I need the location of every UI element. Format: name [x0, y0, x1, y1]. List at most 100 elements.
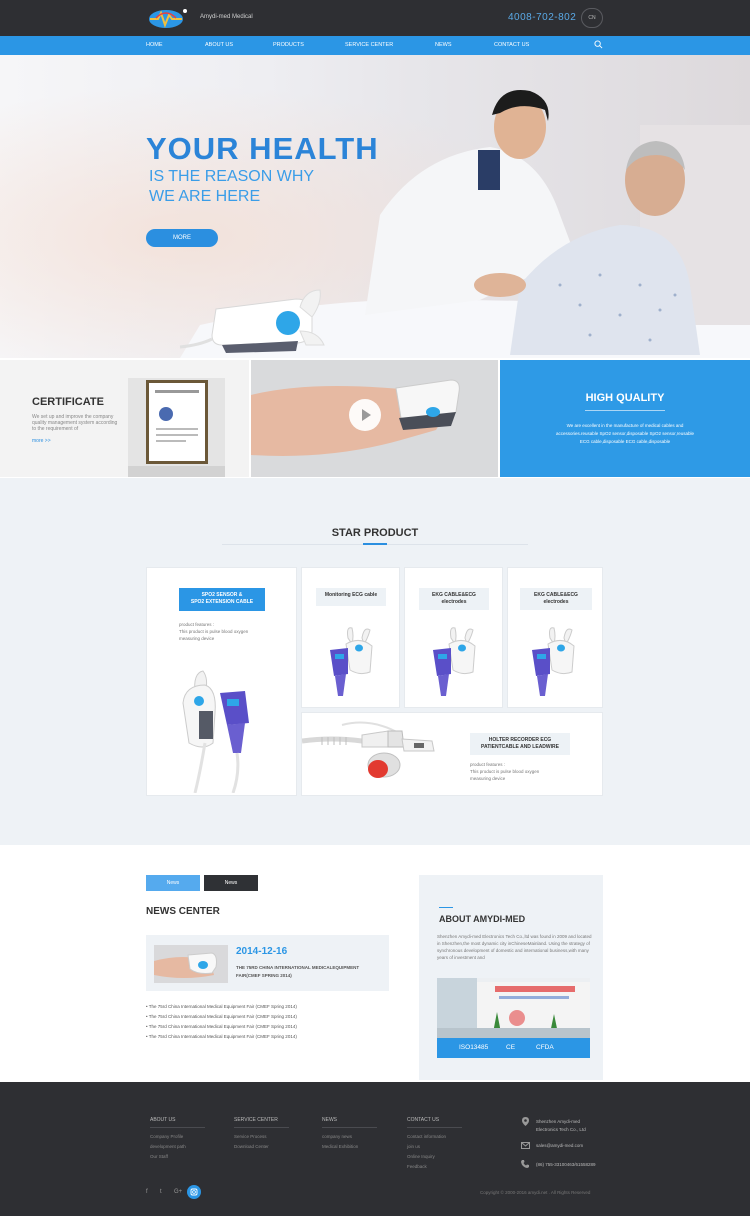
footer-company-line: Shenzhen Amydi-med: [536, 1119, 581, 1124]
news-list: • The 75rd China International Medical E…: [146, 1002, 297, 1042]
about-text: Shenzhen Amydi-med Electronics Tech Co.,…: [437, 934, 592, 960]
featured-news-card[interactable]: [146, 935, 389, 991]
phone-number: 4008-702-802: [508, 12, 577, 23]
footer-link[interactable]: Company Profile: [150, 1132, 205, 1142]
list-item[interactable]: • The 75rd China International Medical E…: [146, 1002, 297, 1012]
list-item[interactable]: • The 75rd China International Medical E…: [146, 1032, 297, 1042]
product-tag-spo2: SPO2 SENSOR & SPO2 EXTENSION CABLE: [179, 588, 265, 611]
footer-link[interactable]: Download Center: [234, 1142, 289, 1152]
brand-name: Amydi-med Medical: [200, 14, 253, 20]
list-item[interactable]: • The 75rd China International Medical E…: [146, 1022, 297, 1032]
about-company-photo: [437, 978, 590, 1038]
facebook-icon[interactable]: f: [146, 1189, 148, 1195]
about-accent: [439, 907, 453, 908]
footer-divider: [234, 1127, 289, 1128]
footer-email[interactable]: sales@amydi-med.com: [536, 1143, 583, 1148]
footer-divider: [150, 1127, 205, 1128]
top-header: [0, 0, 750, 36]
search-icon[interactable]: [594, 40, 603, 49]
footer-link[interactable]: Medical Exhibition: [322, 1142, 377, 1152]
product-features-label: product features :: [470, 762, 506, 767]
footer-link[interactable]: Service Process: [234, 1132, 289, 1142]
news-list-text[interactable]: The 75rd China International Medical Equ…: [149, 1024, 297, 1029]
footer-col-title[interactable]: SERVICE CENTER: [234, 1117, 289, 1123]
product-tag-line: SPO2 EXTENSION CABLE: [190, 599, 254, 605]
news-list-text[interactable]: The 75rd China International Medical Equ…: [149, 1014, 297, 1019]
product-tag-line: EKG CABLE&ECG: [432, 592, 476, 598]
footer-link[interactable]: Contact information: [407, 1132, 462, 1142]
nav-service[interactable]: SERVICE CENTER: [345, 42, 393, 48]
high-quality-panel: [500, 360, 750, 477]
news-headline[interactable]: THE 75RD CHINA INTERNATIONAL MEDICALEQUI…: [236, 964, 384, 980]
footer-link[interactable]: development path: [150, 1142, 205, 1152]
news-tab-2[interactable]: News: [204, 875, 258, 891]
product-tag-line: electrodes: [441, 599, 467, 605]
product-card-holter[interactable]: HOLTER RECORDER ECG PATIENTCABLE AND LEA…: [301, 712, 603, 796]
featured-news-image: [154, 945, 228, 983]
nav-about[interactable]: ABOUT US: [205, 42, 233, 48]
product-features-text: This product is pulse blood oxygen measu…: [179, 629, 249, 641]
nav-home[interactable]: HOME: [146, 42, 163, 48]
language-button[interactable]: CN: [581, 8, 603, 28]
location-icon: [522, 1117, 529, 1126]
footer-col-title[interactable]: CONTACT US: [407, 1117, 462, 1123]
instagram-icon[interactable]: [187, 1185, 201, 1199]
twitter-icon[interactable]: t: [160, 1189, 162, 1195]
footer-col-about: ABOUT US Company Profile development pat…: [150, 1117, 205, 1162]
product-card-ekg-1[interactable]: EKG CABLE&ECG electrodes: [404, 567, 503, 708]
footer-divider: [407, 1127, 462, 1128]
nav-contact[interactable]: CONTACT US: [494, 42, 529, 48]
product-card-spo2[interactable]: SPO2 SENSOR & SPO2 EXTENSION CABLE produ…: [146, 567, 297, 796]
hero-more-button[interactable]: MORE: [146, 229, 218, 247]
product-card-ekg-2[interactable]: EKG CABLE&ECG electrodes: [507, 567, 603, 708]
footer-link[interactable]: join us: [407, 1142, 462, 1152]
nav-products[interactable]: PRODUCTS: [273, 42, 304, 48]
footer-company: Shenzhen Amydi-med Electronics Tech Co.,…: [536, 1118, 586, 1134]
product-tag-ekg-1: EKG CABLE&ECG electrodes: [419, 588, 489, 610]
company-logo[interactable]: [146, 6, 190, 30]
news-list-text[interactable]: The 75rd China International Medical Equ…: [149, 1004, 297, 1009]
product-features: product features : This product is pulse…: [470, 761, 560, 782]
product-tag-holter: HOLTER RECORDER ECG PATIENTCABLE AND LEA…: [470, 733, 570, 755]
footer-company-line: Electronics Tech Co., Ltd: [536, 1127, 586, 1132]
news-tab-1[interactable]: News: [146, 875, 200, 891]
product-card-monitoring-ecg[interactable]: Monitoring ECG cable: [301, 567, 400, 708]
hero-photo: [0, 55, 750, 358]
product-tag-line: Monitoring ECG cable: [324, 592, 378, 598]
footer-col-contact: CONTACT US Contact information join us O…: [407, 1117, 462, 1172]
certificate-more-link[interactable]: more >>: [32, 438, 51, 444]
ekg-sensor-image: [433, 627, 476, 696]
footer-link[interactable]: Feedback: [407, 1162, 462, 1172]
product-features-label: product features :: [179, 622, 215, 627]
play-icon[interactable]: [349, 399, 381, 431]
footer-link[interactable]: Our Staff: [150, 1152, 205, 1162]
news-date: 2014-12-16: [236, 946, 288, 957]
video-panel[interactable]: [251, 360, 498, 477]
certificate-frame: [128, 380, 225, 477]
google-plus-icon[interactable]: G+: [174, 1189, 182, 1195]
ecg-sensor-image: [330, 627, 373, 696]
product-tag-line: PATIENTCABLE AND LEADWIRE: [481, 744, 559, 750]
phone-icon: [521, 1160, 529, 1168]
certificate-text: We set up and improve the company qualit…: [32, 414, 118, 432]
cert-iso: ISO13485: [459, 1044, 489, 1051]
product-tag-ekg-2: EKG CABLE&ECG electrodes: [520, 588, 592, 610]
footer-tel: (86) 755-33100463/61558289: [536, 1162, 596, 1167]
certificate-image: [128, 378, 225, 477]
footer-col-title[interactable]: NEWS: [322, 1117, 377, 1123]
high-quality-divider: [585, 410, 665, 411]
hero-subline-2: WE ARE HERE: [149, 188, 261, 205]
high-quality-title: HIGH QUALITY: [585, 392, 665, 404]
main-nav: HOME ABOUT US PRODUCTS SERVICE CENTER NE…: [0, 36, 750, 55]
footer-col-title[interactable]: ABOUT US: [150, 1117, 205, 1123]
footer-col-news: NEWS company news Medical Exhibition: [322, 1117, 377, 1152]
star-product-title: STAR PRODUCT: [331, 527, 419, 539]
company-building-image: [437, 978, 590, 1038]
footer-link[interactable]: Online Inquiry: [407, 1152, 462, 1162]
list-item[interactable]: • The 75rd China International Medical E…: [146, 1012, 297, 1022]
footer-link[interactable]: company news: [322, 1132, 377, 1142]
cert-cfda: CFDA: [536, 1044, 554, 1051]
product-features: product features : This product is pulse…: [179, 621, 269, 642]
nav-news[interactable]: NEWS: [435, 42, 452, 48]
news-list-text[interactable]: The 75rd China International Medical Equ…: [149, 1034, 297, 1039]
